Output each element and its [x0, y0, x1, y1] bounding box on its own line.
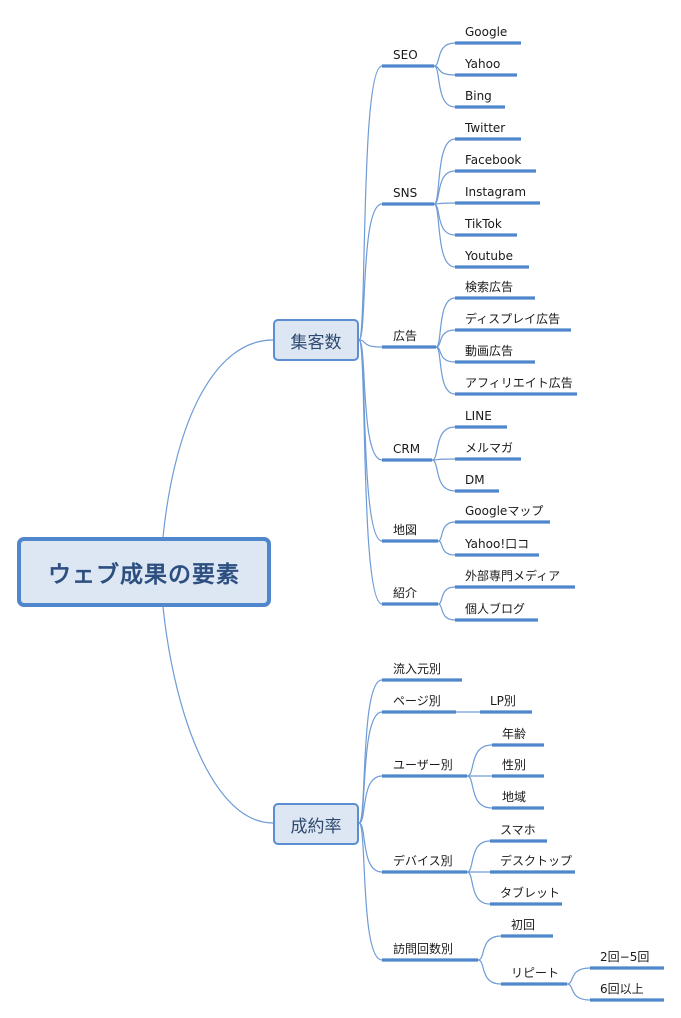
leaf-topic[interactable]: Facebook: [465, 153, 521, 167]
sub-topic[interactable]: 広告: [393, 329, 417, 343]
connector-sub-to-leaf: [431, 459, 456, 492]
connector-sub-to-leaf: [437, 586, 456, 605]
connector-sub-to-leaf: [477, 935, 502, 961]
leaf-topic[interactable]: スマホ: [500, 823, 536, 837]
leaf-topic[interactable]: タブレット: [500, 886, 560, 900]
sub-topic[interactable]: デバイス別: [393, 854, 453, 868]
connector-main-to-sub: [358, 711, 383, 824]
subleaf-topic[interactable]: 2回−5回: [600, 950, 649, 964]
connector-sub-to-leaf: [433, 170, 456, 205]
leaf-topic[interactable]: Yahoo!口コ: [465, 537, 529, 551]
connector-sub-to-leaf: [466, 871, 491, 905]
leaf-topic[interactable]: Yahoo: [465, 57, 500, 71]
connector-leaf-to-subleaf: [566, 967, 591, 985]
sub-topic[interactable]: 紹介: [393, 586, 417, 600]
connector-sub-to-leaf: [466, 775, 493, 809]
leaf-topic[interactable]: Bing: [465, 89, 492, 103]
leaf-topic[interactable]: 地域: [502, 790, 526, 804]
connector-leaf-to-subleaf: [566, 983, 591, 1001]
leaf-topic[interactable]: ディスプレイ広告: [465, 312, 560, 326]
connector-layer: [162, 41, 664, 1002]
connector-sub-to-leaf: [437, 603, 456, 621]
mind-map: ウェブ成果の要素 集客数成約率 SEO Google Yahoo Bing SNS Twit…: [0, 0, 681, 1018]
sub-topic[interactable]: ユーザー別: [393, 758, 453, 772]
connector-main-to-sub: [358, 203, 383, 341]
connector-main-to-sub: [358, 339, 383, 605]
leaf-topic[interactable]: TikTok: [465, 217, 502, 231]
leaf-topic[interactable]: メルマガ: [465, 441, 513, 455]
leaf-topic[interactable]: 個人ブログ: [465, 602, 525, 616]
connector-main-to-sub: [358, 65, 383, 341]
leaf-topic[interactable]: 初回: [511, 918, 535, 932]
sub-topic[interactable]: SNS: [393, 186, 417, 200]
connector-main-to-sub: [358, 339, 383, 348]
connector-main-to-sub: [358, 822, 383, 961]
leaf-topic[interactable]: 性別: [502, 758, 526, 772]
leaf-topic[interactable]: Twitter: [465, 121, 505, 135]
connector-sub-to-leaf: [433, 42, 456, 67]
leaf-topic[interactable]: Youtube: [465, 249, 513, 263]
connector-sub-to-leaf: [477, 959, 502, 985]
connector-main-to-sub: [358, 679, 383, 824]
root-topic[interactable]: ウェブ成果の要素: [17, 537, 271, 607]
leaf-topic[interactable]: 動画広告: [465, 344, 513, 358]
connector-sub-to-leaf: [431, 458, 456, 461]
connector-sub-to-leaf: [433, 202, 456, 205]
connector-sub-to-leaf: [433, 65, 456, 108]
leaf-topic[interactable]: 年齢: [502, 727, 526, 741]
sub-topic[interactable]: CRM: [393, 442, 420, 456]
connector-sub-to-leaf: [437, 521, 456, 542]
leaf-topic[interactable]: LP別: [490, 694, 516, 708]
leaf-topic[interactable]: Google: [465, 25, 507, 39]
connector-sub-to-leaf: [433, 203, 456, 268]
leaf-topic[interactable]: リピート: [511, 966, 559, 980]
leaf-topic[interactable]: 検索広告: [465, 280, 513, 294]
leaf-topic[interactable]: アフィリエイト広告: [465, 376, 573, 390]
connector-sub-to-leaf: [466, 744, 493, 777]
sub-topic[interactable]: SEO: [393, 48, 418, 62]
sub-topic[interactable]: 流入元別: [393, 662, 441, 676]
connector-root-to-main: [162, 339, 274, 538]
leaf-topic[interactable]: 外部専門メディア: [465, 569, 560, 583]
subleaf-topic[interactable]: 6回以上: [600, 982, 644, 996]
connector-sub-to-leaf: [431, 426, 456, 461]
topic-visitor-count[interactable]: 集客数: [273, 319, 359, 361]
connector-sub-to-leaf: [466, 840, 491, 873]
sub-topic[interactable]: 訪問回数別: [393, 942, 453, 956]
sub-topic[interactable]: 地図: [393, 523, 417, 537]
connector-sub-to-leaf: [437, 540, 456, 556]
leaf-topic[interactable]: Googleマップ: [465, 504, 543, 518]
sub-topic[interactable]: ページ別: [393, 694, 441, 708]
connector-root-to-main: [162, 606, 274, 824]
connector-sub-to-leaf: [435, 297, 456, 348]
leaf-topic[interactable]: Instagram: [465, 185, 526, 199]
connector-sub-to-leaf: [435, 346, 456, 395]
leaf-topic[interactable]: デスクトップ: [500, 854, 572, 868]
leaf-topic[interactable]: LINE: [465, 409, 492, 423]
leaf-topic[interactable]: DM: [465, 473, 485, 487]
topic-conversion-rate[interactable]: 成約率: [273, 803, 359, 845]
